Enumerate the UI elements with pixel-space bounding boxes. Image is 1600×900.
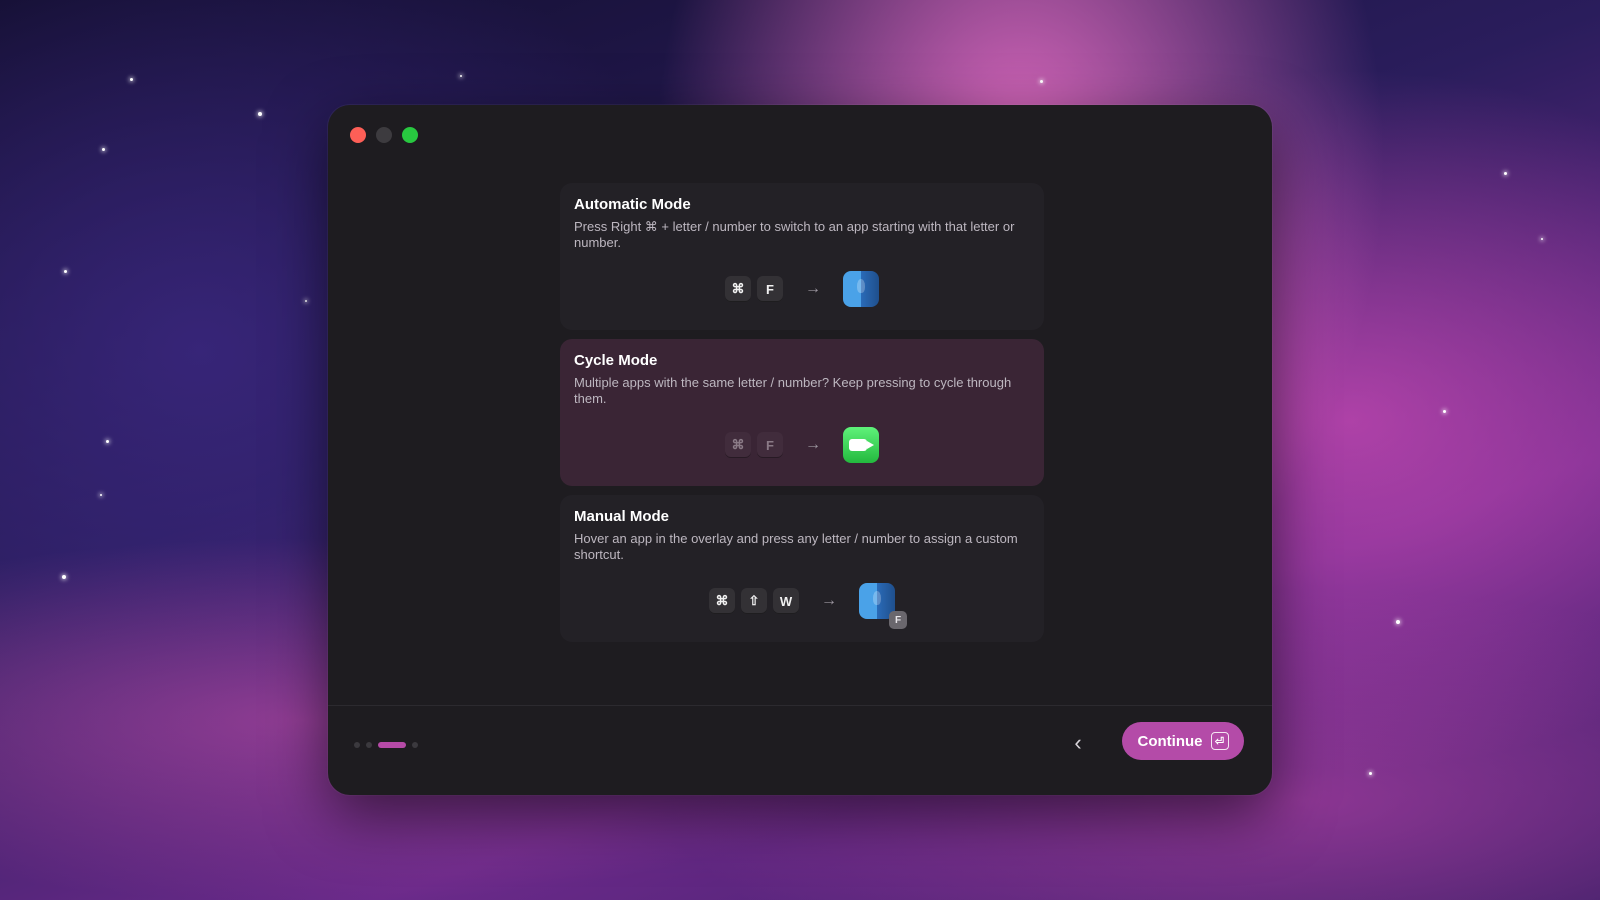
- arrow-icon: →: [805, 436, 821, 453]
- continue-button[interactable]: Continue ⏎: [1122, 722, 1244, 760]
- page-dot[interactable]: [354, 742, 360, 748]
- mode-title: Cycle Mode: [574, 352, 658, 369]
- continue-label: Continue: [1137, 732, 1203, 750]
- arrow-icon: →: [821, 592, 837, 609]
- onboarding-window: Automatic Mode Press Right ⌘ + letter / …: [328, 105, 1272, 795]
- page-dot-current[interactable]: [378, 742, 406, 748]
- mode-description: Multiple apps with the same letter / num…: [574, 375, 1012, 406]
- shift-key: ⇧: [741, 588, 767, 614]
- footer-divider: [328, 705, 1272, 706]
- command-key: ⌘: [725, 276, 751, 302]
- command-key: ⌘: [725, 432, 751, 458]
- mode-title: Automatic Mode: [574, 196, 691, 213]
- return-key-icon: ⏎: [1210, 732, 1229, 750]
- facetime-icon: [843, 427, 879, 463]
- letter-key: F: [757, 276, 783, 302]
- mode-list: Automatic Mode Press Right ⌘ + letter / …: [560, 183, 1044, 651]
- maximize-window-button[interactable]: [402, 127, 418, 143]
- mode-card-automatic[interactable]: Automatic Mode Press Right ⌘ + letter / …: [560, 183, 1044, 330]
- page-indicator: [354, 742, 418, 748]
- page-dot[interactable]: [366, 742, 372, 748]
- back-button[interactable]: ‹: [1064, 729, 1092, 757]
- chevron-left-icon: ‹: [1074, 730, 1082, 755]
- finder-icon: [843, 271, 879, 307]
- window-controls: [350, 127, 418, 143]
- finder-icon: F: [859, 583, 907, 629]
- shortcut-demo: ⌘ F →: [560, 271, 1044, 307]
- mode-description: Press Right ⌘ + letter / number to switc…: [574, 219, 1015, 250]
- letter-key: W: [773, 588, 799, 614]
- close-window-button[interactable]: [350, 127, 366, 143]
- command-key: ⌘: [709, 588, 735, 614]
- mode-description: Hover an app in the overlay and press an…: [574, 531, 1018, 562]
- shortcut-demo: ⌘ F →: [560, 427, 1044, 463]
- arrow-icon: →: [805, 280, 821, 297]
- shortcut-demo: ⌘ ⇧ W → F: [560, 583, 1044, 629]
- page-dot[interactable]: [412, 742, 418, 748]
- minimize-window-button[interactable]: [376, 127, 392, 143]
- shortcut-badge: F: [889, 611, 907, 629]
- mode-card-cycle[interactable]: Cycle Mode Multiple apps with the same l…: [560, 339, 1044, 486]
- mode-card-manual[interactable]: Manual Mode Hover an app in the overlay …: [560, 495, 1044, 642]
- mode-title: Manual Mode: [574, 508, 670, 525]
- letter-key: F: [757, 432, 783, 458]
